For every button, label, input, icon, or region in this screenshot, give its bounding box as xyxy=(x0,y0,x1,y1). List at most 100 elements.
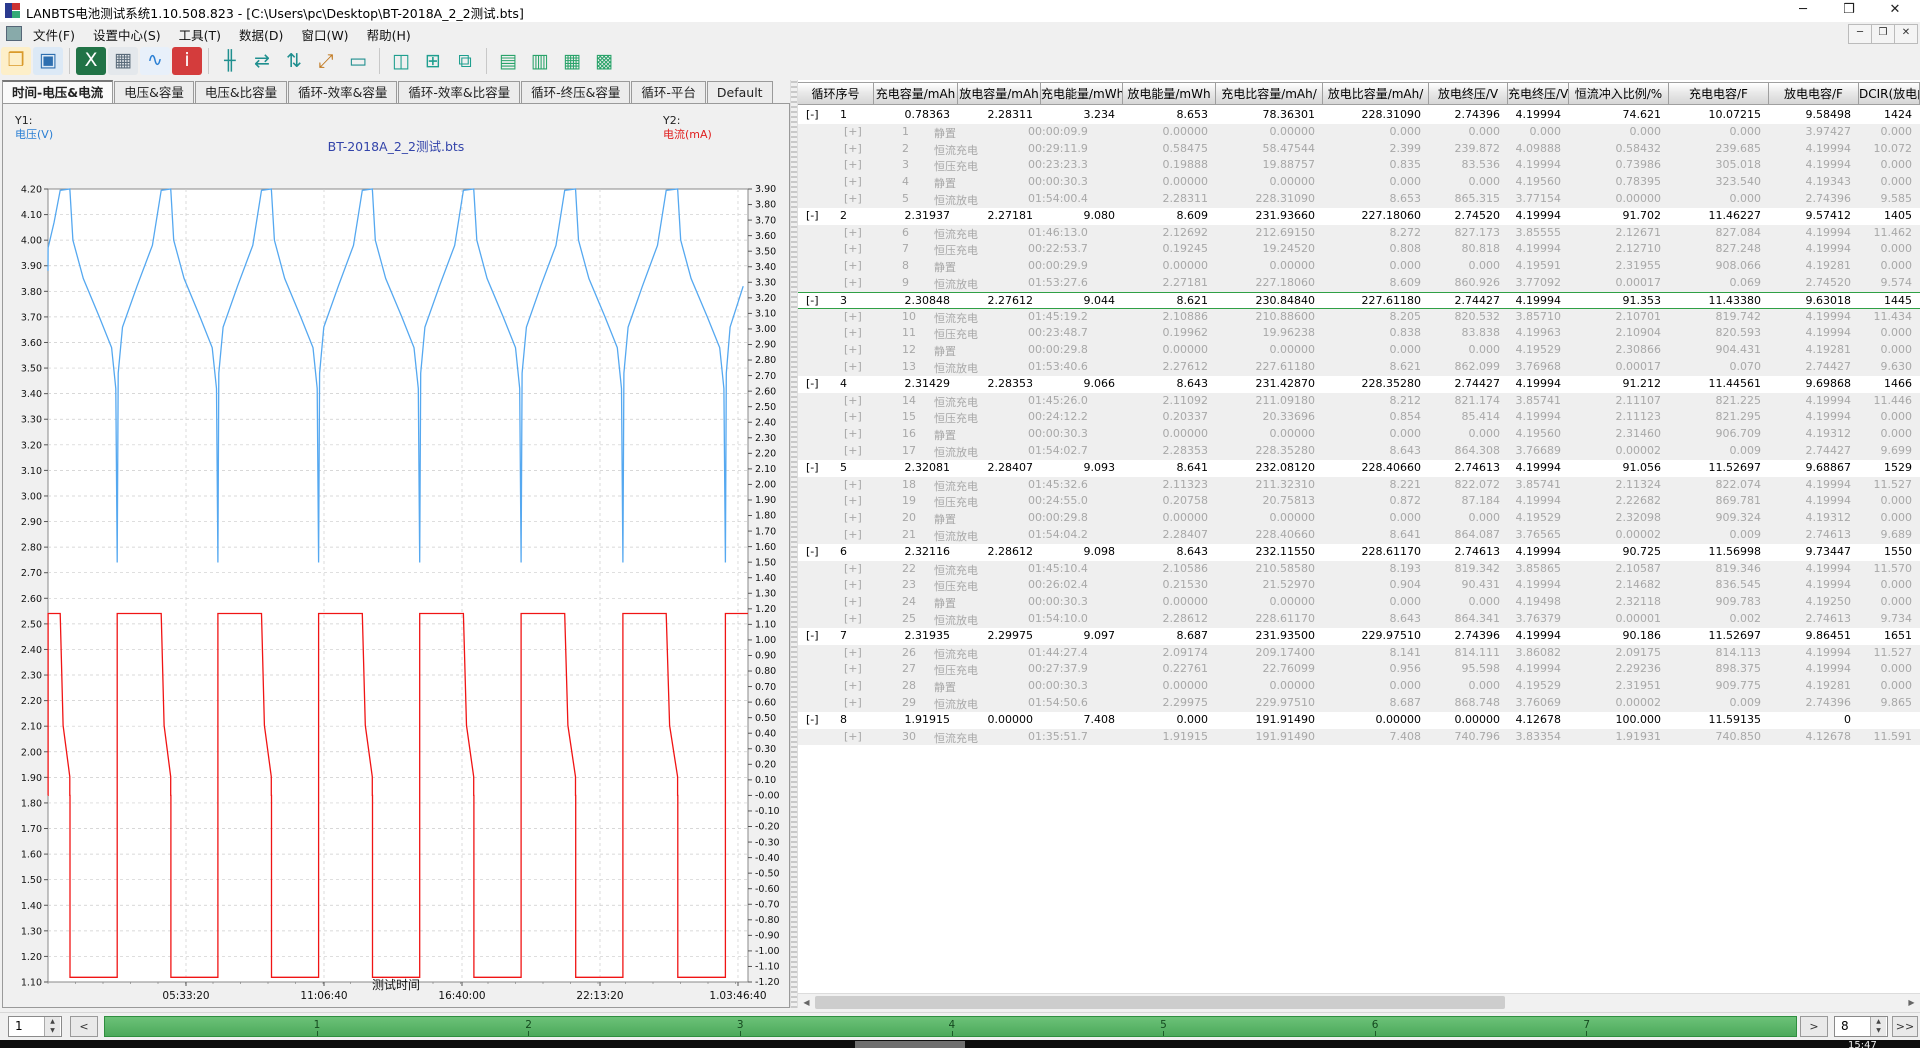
column-header-11[interactable]: 充电电容/F xyxy=(1669,82,1769,105)
tab-3[interactable]: 电压&比容量 xyxy=(195,81,287,103)
step-row[interactable]: [+]10恒流充电01:45:19.22.10886210.886008.205… xyxy=(798,309,1920,326)
step-row[interactable]: [+]26恒流充电01:44:27.42.09174209.174008.141… xyxy=(798,645,1920,662)
open-file-icon[interactable]: ❒ xyxy=(1,47,31,75)
range-prev-button[interactable]: < xyxy=(70,1016,98,1037)
cycle-row[interactable]: [-]32.308482.276129.0448.621230.84840227… xyxy=(798,292,1920,309)
split-view-icon[interactable]: ◫ xyxy=(386,47,416,75)
cycle-row[interactable]: [-]62.321162.286129.0988.643232.11550228… xyxy=(798,544,1920,561)
panel-splitter[interactable] xyxy=(790,80,798,1008)
step-row[interactable]: [+]8静置00:00:29.90.000000.000000.0000.000… xyxy=(798,258,1920,275)
step-row[interactable]: [+]3恒压充电00:23:23.30.1988819.887570.83583… xyxy=(798,157,1920,174)
fit-vertical-icon[interactable]: ⤢ xyxy=(311,47,341,75)
step-row[interactable]: [+]17恒流放电01:54:02.72.28353228.352808.643… xyxy=(798,443,1920,460)
step-row[interactable]: [+]9恒流放电01:53:27.62.27181227.180608.6098… xyxy=(798,275,1920,292)
tab-4[interactable]: 循环-效率&容量 xyxy=(288,81,397,103)
fit-horizontal-icon[interactable]: ╫ xyxy=(215,47,245,75)
range-start-spinner[interactable]: 1 ▲▼ xyxy=(8,1016,62,1037)
collapse-right-icon[interactable]: ⧉ xyxy=(450,47,480,75)
column-header-4[interactable]: 充电能量/mWh xyxy=(1041,82,1123,105)
range-next-button[interactable]: > xyxy=(1800,1016,1828,1037)
collapse-left-icon[interactable]: ⊞ xyxy=(418,47,448,75)
step-row[interactable]: [+]28静置00:00:30.30.000000.000000.0000.00… xyxy=(798,678,1920,695)
spinner-arrows-icon[interactable]: ▲▼ xyxy=(44,1017,60,1036)
list-rows-icon[interactable]: ▥ xyxy=(525,47,555,75)
tab-6[interactable]: 循环-终压&容量 xyxy=(521,81,630,103)
column-header-7[interactable]: 放电比容量/mAh/ xyxy=(1323,82,1429,105)
fit-width-icon[interactable]: ⇄ xyxy=(247,47,277,75)
step-row[interactable]: [+]20静置00:00:29.80.000000.000000.0000.00… xyxy=(798,510,1920,527)
step-row[interactable]: [+]21恒流放电01:54:04.22.28407228.406608.641… xyxy=(798,527,1920,544)
tab-5[interactable]: 循环-效率&比容量 xyxy=(398,81,520,103)
column-header-8[interactable]: 放电终压/V xyxy=(1429,82,1508,105)
column-header-3[interactable]: 放电容量/mAh xyxy=(958,82,1041,105)
tab-8[interactable]: Default xyxy=(707,81,773,103)
mdi-restore-button[interactable]: ❒ xyxy=(1871,24,1895,44)
column-header-9[interactable]: 充电终压/V xyxy=(1508,82,1569,105)
tab-2[interactable]: 电压&容量 xyxy=(114,81,194,103)
center-vertical-icon[interactable]: ⇅ xyxy=(279,47,309,75)
step-row[interactable]: [+]25恒流放电01:54:10.02.28612228.611708.643… xyxy=(798,611,1920,628)
step-row[interactable]: [+]30恒流充电01:35:51.71.91915191.914907.408… xyxy=(798,729,1920,746)
list-compact-icon[interactable]: ▤ xyxy=(493,47,523,75)
cycle-row[interactable]: [-]42.314292.283539.0668.643231.42870228… xyxy=(798,376,1920,393)
chart-edit-icon[interactable]: ∿ xyxy=(140,47,170,75)
maximize-button[interactable]: ❒ xyxy=(1828,0,1870,22)
step-row[interactable]: [+]6恒流充电01:46:13.02.12692212.691508.2728… xyxy=(798,225,1920,242)
voltage-current-plot[interactable]: 4.204.104.003.903.803.703.603.503.403.30… xyxy=(3,104,789,1007)
taskbar-app-button[interactable] xyxy=(855,1041,965,1048)
fit-page-icon[interactable]: ▭ xyxy=(343,47,373,75)
step-row[interactable]: [+]13恒流放电01:53:40.62.27612227.611808.621… xyxy=(798,359,1920,376)
tab-7[interactable]: 循环-平台 xyxy=(631,81,706,103)
tab-1[interactable]: 时间-电压&电流 xyxy=(2,80,113,104)
step-row[interactable]: [+]24静置00:00:30.30.000000.000000.0000.00… xyxy=(798,594,1920,611)
step-row[interactable]: [+]7恒压充电00:22:53.70.1924519.245200.80880… xyxy=(798,241,1920,258)
mdi-close-button[interactable]: ✕ xyxy=(1894,24,1918,44)
column-header-6[interactable]: 充电比容量/mAh/ xyxy=(1216,82,1323,105)
mdi-child-icon[interactable] xyxy=(6,26,22,41)
report-icon[interactable]: ▦ xyxy=(108,47,138,75)
step-row[interactable]: [+]16静置00:00:30.30.000000.000000.0000.00… xyxy=(798,426,1920,443)
minimize-button[interactable]: ─ xyxy=(1782,0,1824,22)
spinner-arrows-icon[interactable]: ▲▼ xyxy=(1870,1017,1886,1036)
column-header-5[interactable]: 放电能量/mWh xyxy=(1123,82,1216,105)
save-icon[interactable]: ▣ xyxy=(33,47,63,75)
step-row[interactable]: [+]18恒流充电01:45:32.62.11323211.323108.221… xyxy=(798,477,1920,494)
column-header-12[interactable]: 放电电容/F xyxy=(1769,82,1859,105)
step-row[interactable]: [+]23恒压充电00:26:02.40.2153021.529700.9049… xyxy=(798,577,1920,594)
scroll-right-button[interactable]: ▶ xyxy=(1903,994,1920,1011)
range-last-button[interactable]: >> xyxy=(1892,1016,1918,1037)
step-row[interactable]: [+]22恒流充电01:45:10.42.10586210.585808.193… xyxy=(798,561,1920,578)
cycle-row[interactable]: [-]10.783632.283113.2348.65378.36301228.… xyxy=(798,107,1920,124)
step-row[interactable]: [+]5恒流放电01:54:00.42.28311228.310908.6538… xyxy=(798,191,1920,208)
step-row[interactable]: [+]29恒流放电01:54:50.62.29975229.975108.687… xyxy=(798,695,1920,712)
step-row[interactable]: [+]1静置00:00:09.90.000000.000000.0000.000… xyxy=(798,124,1920,141)
column-header-1[interactable]: 循环序号 xyxy=(798,82,874,105)
list-full-icon[interactable]: ▩ xyxy=(589,47,619,75)
step-row[interactable]: [+]19恒压充电00:24:55.00.2075820.758130.8728… xyxy=(798,493,1920,510)
schedule-info-icon[interactable]: i xyxy=(172,47,202,75)
export-excel-icon[interactable]: X xyxy=(76,47,106,75)
close-button[interactable]: ✕ xyxy=(1874,0,1916,22)
step-row[interactable]: [+]27恒压充电00:27:37.90.2276122.760990.9569… xyxy=(798,661,1920,678)
step-row[interactable]: [+]2恒流充电00:29:11.90.5847558.475442.39923… xyxy=(798,141,1920,158)
mdi-minimize-button[interactable]: ─ xyxy=(1848,24,1872,44)
column-header-10[interactable]: 恒流冲入比例/% xyxy=(1569,82,1669,105)
step-row[interactable]: [+]14恒流充电01:45:26.02.11092211.091808.212… xyxy=(798,393,1920,410)
step-row[interactable]: [+]15恒压充电00:24:12.20.2033720.336960.8548… xyxy=(798,409,1920,426)
cycle-row[interactable]: [-]52.320812.284079.0938.641232.08120228… xyxy=(798,460,1920,477)
scrollbar-thumb[interactable] xyxy=(815,996,1505,1009)
list-detail-icon[interactable]: ▦ xyxy=(557,47,587,75)
scroll-left-button[interactable]: ◀ xyxy=(798,994,815,1011)
cycle-row[interactable]: [-]22.319372.271819.0808.609231.93660227… xyxy=(798,208,1920,225)
column-header-13[interactable]: DCIR(放电内阻)/ xyxy=(1859,82,1920,105)
range-end-spinner[interactable]: 8 ▲▼ xyxy=(1834,1016,1888,1037)
table-h-scrollbar[interactable]: ◀ ▶ xyxy=(798,993,1920,1011)
expand-toggle-icon: [+] xyxy=(844,730,862,743)
cycle-row[interactable]: [-]81.919150.000007.4080.000191.914900.0… xyxy=(798,712,1920,729)
range-slider[interactable]: 1234567 xyxy=(104,1016,1797,1037)
step-row[interactable]: [+]4静置00:00:30.30.000000.000000.0000.000… xyxy=(798,174,1920,191)
step-row[interactable]: [+]12静置00:00:29.80.000000.000000.0000.00… xyxy=(798,342,1920,359)
column-header-2[interactable]: 充电容量/mAh xyxy=(874,82,958,105)
step-row[interactable]: [+]11恒压充电00:23:48.70.1996219.962380.8388… xyxy=(798,325,1920,342)
cycle-row[interactable]: [-]72.319352.299759.0978.687231.93500229… xyxy=(798,628,1920,645)
